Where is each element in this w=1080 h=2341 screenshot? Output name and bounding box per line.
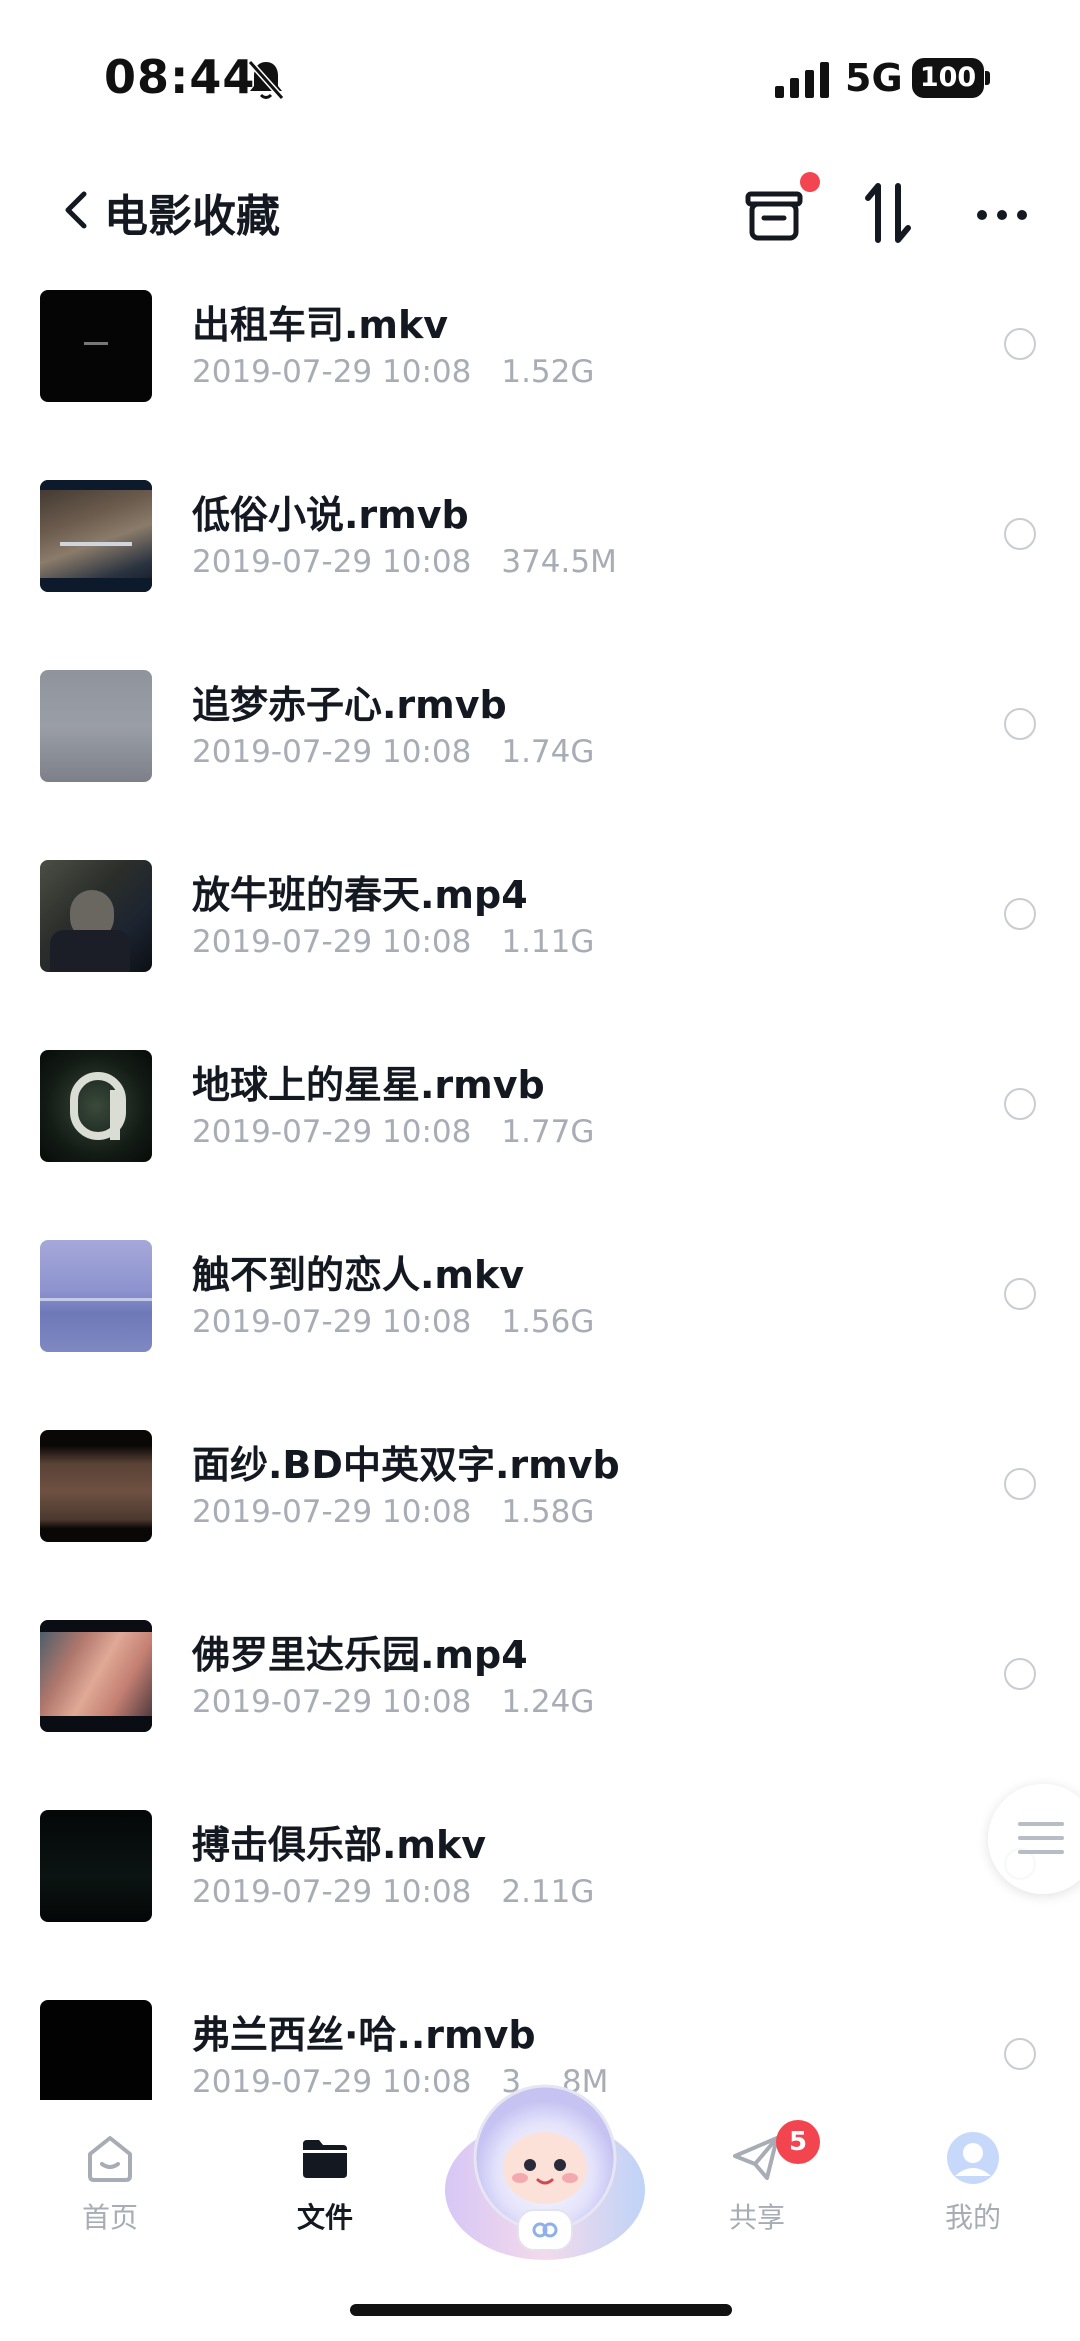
file-date: 2019-07-29 10:08 [192,924,472,960]
tab-share[interactable]: 5 共享 [682,2120,832,2260]
file-row[interactable]: 搏击俱乐部.mkv 2019-07-29 10:08 2.11G [0,1802,1080,1992]
back-chevron-icon[interactable] [56,180,96,240]
video-thumbnail [40,1430,152,1542]
tab-mine[interactable]: 我的 [898,2130,1048,2260]
page-title: 电影收藏 [104,191,280,242]
file-name: 面纱.BD中英双字.rmvb [192,1443,620,1487]
file-size: 1.11G [501,924,595,960]
file-name: 放牛班的春天.mp4 [192,873,528,917]
file-list: 出租车司.mkv 2019-07-29 10:08 1.52G 低俗小说.rmvb… [0,282,1080,2100]
tab-label: 首页 [81,2201,138,2234]
more-icon[interactable] [972,190,1032,240]
tab-label: 文件 [296,2201,353,2234]
select-checkbox[interactable] [1004,328,1036,360]
nav-bar: 电影收藏 [0,160,1080,270]
file-date: 2019-07-29 10:08 [192,2064,472,2100]
file-size: 2.11G [501,1874,595,1910]
file-date: 2019-07-29 10:08 [192,354,472,390]
file-name: 搏击俱乐部.mkv [192,1823,487,1867]
video-thumbnail [40,480,152,592]
select-checkbox[interactable] [1004,1278,1036,1310]
file-name: 地球上的星星.rmvb [192,1063,545,1107]
tab-label: 共享 [728,2201,785,2234]
tab-home[interactable]: 首页 [35,2130,185,2260]
mascot-ai-button[interactable] [440,2070,650,2270]
battery-level: 100 [912,58,984,98]
folder-icon [303,2140,347,2178]
home-indicator [350,2304,732,2316]
select-checkbox[interactable] [1004,898,1036,930]
file-name: 追梦赤子心.rmvb [192,683,507,727]
file-row[interactable]: 面纱.BD中英双字.rmvb 2019-07-29 10:08 1.58G [0,1422,1080,1612]
file-row[interactable]: 佛罗里达乐园.mp4 2019-07-29 10:08 1.24G [0,1612,1080,1802]
file-row[interactable]: 地球上的星星.rmvb 2019-07-29 10:08 1.77G [0,1042,1080,1232]
bell-muted-icon [247,60,285,100]
file-size: 1.24G [501,1684,595,1720]
file-row[interactable]: 追梦赤子心.rmvb 2019-07-29 10:08 1.74G [0,662,1080,852]
select-checkbox[interactable] [1004,1658,1036,1690]
file-size: 1.52G [501,354,595,390]
file-size: 1.77G [501,1114,595,1150]
file-date: 2019-07-29 10:08 [192,1304,472,1340]
select-checkbox[interactable] [1004,708,1036,740]
file-meta: 2019-07-29 10:08 1.77G [192,1114,594,1150]
file-name: 低俗小说.rmvb [192,493,469,537]
file-name: 触不到的恋人.mkv [192,1253,525,1297]
status-time: 08:44 [104,50,256,104]
file-date: 2019-07-29 10:08 [192,1684,472,1720]
file-meta: 2019-07-29 10:08 374.5M [192,544,617,580]
file-name: 佛罗里达乐园.mp4 [192,1633,528,1677]
network-type: 5G [845,56,903,100]
select-checkbox[interactable] [1004,518,1036,550]
status-bar: 08:44 5G 100 [0,0,1080,150]
avatar-icon [947,2132,999,2184]
video-thumbnail [40,1620,152,1732]
battery-icon: 100 [912,58,990,98]
file-row[interactable]: 放牛班的春天.mp4 2019-07-29 10:08 1.11G [0,852,1080,1042]
file-meta: 2019-07-29 10:08 2.11G [192,1874,594,1910]
select-checkbox[interactable] [1004,1088,1036,1120]
file-size: 1.74G [501,734,595,770]
file-date: 2019-07-29 10:08 [192,1114,472,1150]
tab-label: 我的 [944,2201,1001,2234]
select-checkbox[interactable] [1004,1468,1036,1500]
file-row[interactable]: 出租车司.mkv 2019-07-29 10:08 1.52G [0,282,1080,472]
file-name: 弗兰西丝·哈..rmvb [192,2013,536,2057]
file-date: 2019-07-29 10:08 [192,1494,472,1530]
select-checkbox[interactable] [1004,2038,1036,2070]
share-badge: 5 [776,2120,820,2164]
file-meta: 2019-07-29 10:08 1.56G [192,1304,594,1340]
video-thumbnail [40,860,152,972]
file-date: 2019-07-29 10:08 [192,1874,472,1910]
video-thumbnail [40,1240,152,1352]
notification-dot [800,172,820,192]
file-meta: 2019-07-29 10:08 1.11G [192,924,594,960]
video-thumbnail [40,1810,152,1922]
file-size: 374.5M [501,544,617,580]
home-icon [88,2136,132,2182]
signal-icon [775,62,829,98]
file-date: 2019-07-29 10:08 [192,734,472,770]
file-meta: 2019-07-29 10:08 1.24G [192,1684,594,1720]
video-thumbnail [40,1050,152,1162]
file-row[interactable]: 低俗小说.rmvb 2019-07-29 10:08 374.5M [0,472,1080,662]
file-name: 出租车司.mkv [192,303,449,347]
file-meta: 2019-07-29 10:08 1.58G [192,1494,594,1530]
file-size: 1.58G [501,1494,595,1530]
file-meta: 2019-07-29 10:08 1.74G [192,734,594,770]
file-meta: 2019-07-29 10:08 1.52G [192,354,594,390]
file-size: 1.56G [501,1304,595,1340]
sort-icon[interactable] [858,180,918,246]
video-thumbnail [40,670,152,782]
file-date: 2019-07-29 10:08 [192,544,472,580]
video-thumbnail [40,290,152,402]
video-thumbnail [40,2000,152,2100]
file-row[interactable]: 触不到的恋人.mkv 2019-07-29 10:08 1.56G [0,1232,1080,1422]
tab-files[interactable]: 文件 [250,2130,400,2260]
